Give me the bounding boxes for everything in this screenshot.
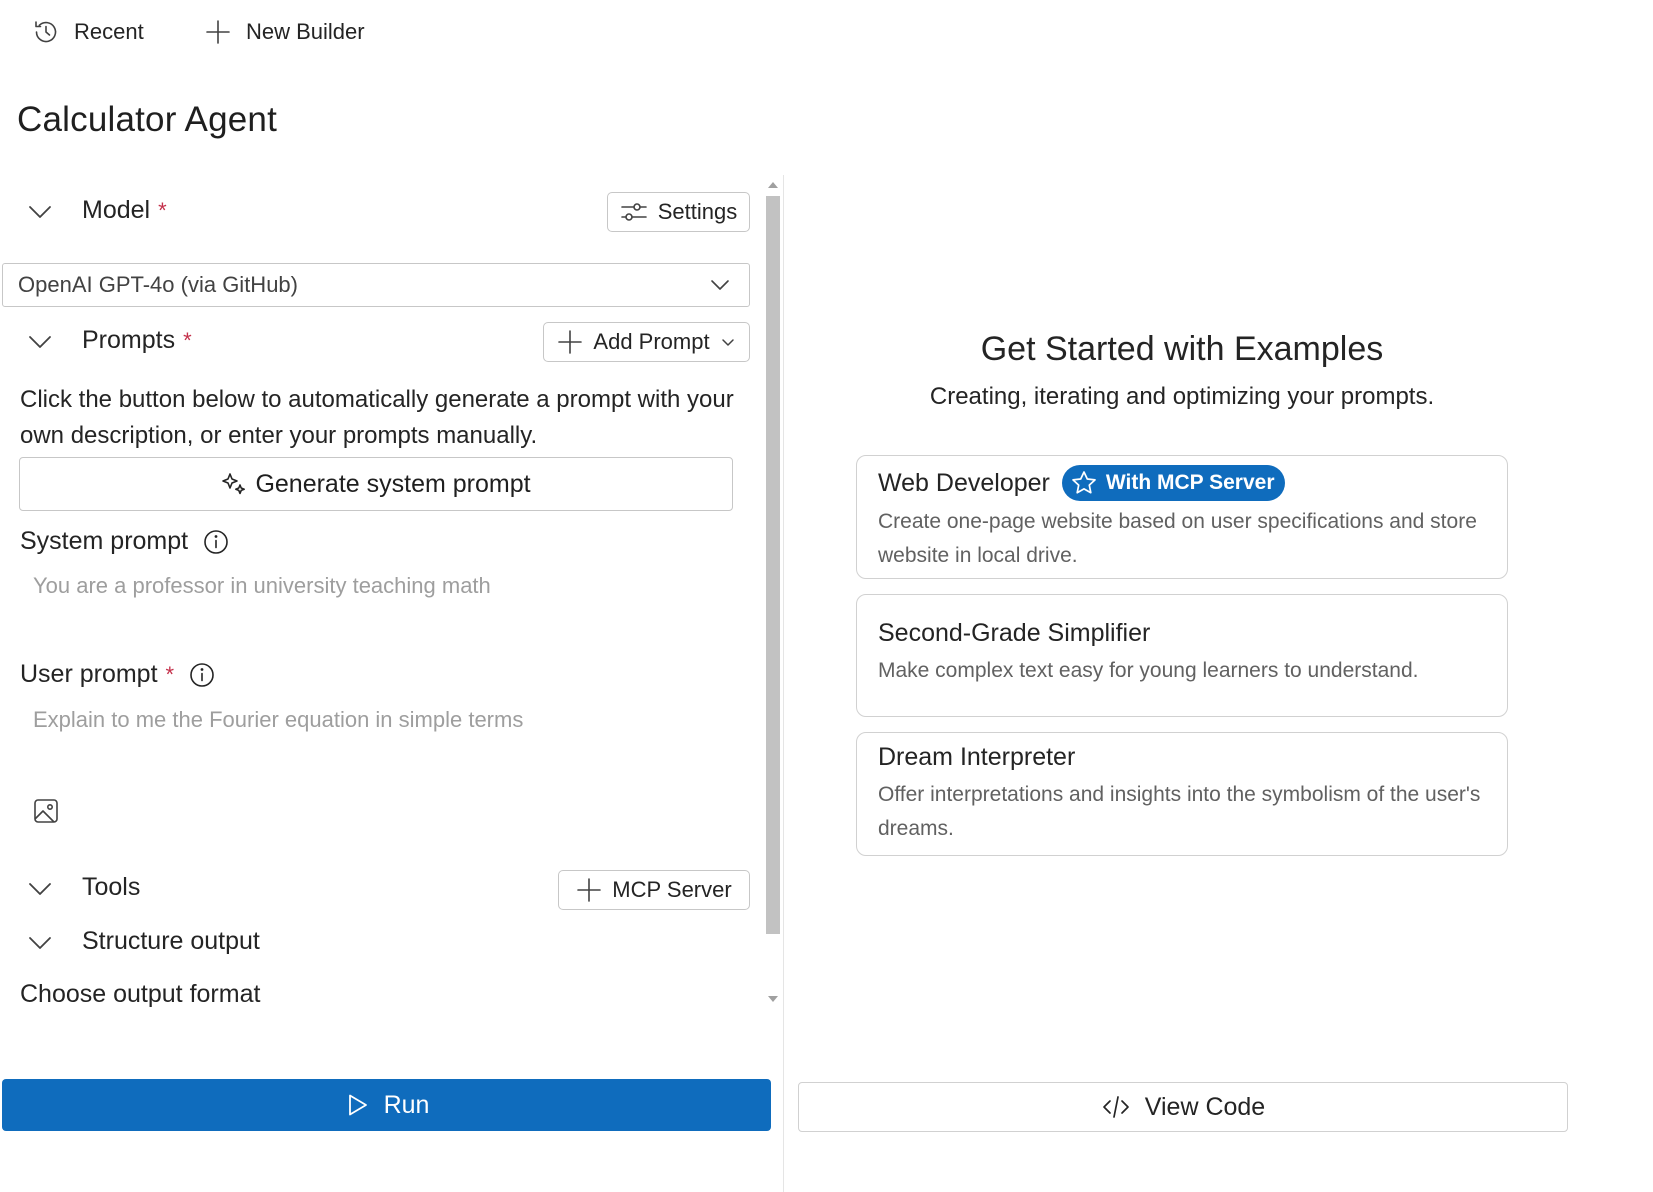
- system-prompt-label: System prompt: [20, 527, 189, 555]
- plus-icon: [206, 20, 230, 44]
- generate-label: Generate system prompt: [255, 469, 531, 498]
- settings-button[interactable]: Settings: [607, 192, 750, 232]
- plus-icon: [577, 878, 602, 902]
- example-card-web-developer[interactable]: Web Developer With MCP Server Create one…: [856, 455, 1508, 579]
- recent-button[interactable]: Recent: [32, 18, 144, 46]
- prompts-section-toggle[interactable]: Prompts *: [26, 326, 192, 355]
- mcp-server-label: MCP Server: [612, 877, 732, 902]
- example-card-description: Create one-page website based on user sp…: [878, 510, 1477, 567]
- scroll-up-arrow[interactable]: [768, 182, 778, 188]
- example-card-title: Second-Grade Simplifier: [878, 619, 1151, 647]
- settings-label: Settings: [657, 199, 738, 224]
- new-builder-label: New Builder: [246, 19, 365, 44]
- history-icon: [35, 21, 57, 43]
- required-mark: *: [158, 197, 167, 223]
- structure-output-label: Structure output: [82, 927, 260, 955]
- chevron-down-icon: [711, 280, 729, 290]
- user-prompt-placeholder: Explain to me the Fourier equation in si…: [33, 707, 524, 732]
- examples-title: Get Started with Examples: [980, 330, 1384, 368]
- add-image-button[interactable]: [32, 797, 60, 825]
- code-icon: [1102, 1096, 1129, 1118]
- structure-output-section-toggle[interactable]: Structure output: [26, 927, 260, 956]
- run-button[interactable]: Run: [2, 1079, 771, 1131]
- system-prompt-input[interactable]: You are a professor in university teachi…: [33, 573, 733, 643]
- add-mcp-server-button[interactable]: MCP Server: [558, 870, 750, 910]
- mcp-server-badge: With MCP Server: [1061, 465, 1285, 501]
- chevron-down-icon: [29, 882, 51, 895]
- generate-system-prompt-button[interactable]: Generate system prompt: [19, 457, 733, 511]
- new-builder-button[interactable]: New Builder: [204, 18, 365, 46]
- info-icon[interactable]: [202, 528, 230, 556]
- example-card-description: Make complex text easy for young learner…: [878, 659, 1419, 682]
- view-code-label: View Code: [1144, 1092, 1266, 1121]
- badge-label: With MCP Server: [1105, 471, 1275, 494]
- left-panel-scrollbar[interactable]: [764, 178, 782, 1008]
- star-icon: [1072, 471, 1096, 494]
- settings-sliders-icon: [620, 203, 647, 221]
- tools-section-toggle[interactable]: Tools: [26, 873, 140, 902]
- chevron-down-icon: [721, 339, 734, 346]
- example-card-title: Dream Interpreter: [878, 743, 1076, 771]
- system-prompt-placeholder: You are a professor in university teachi…: [33, 573, 491, 598]
- user-prompt-label-row: User prompt *: [20, 660, 216, 689]
- play-icon: [348, 1094, 367, 1116]
- example-card-title: Web Developer: [878, 468, 1050, 497]
- model-dropdown[interactable]: OpenAI GPT-4o (via GitHub): [2, 263, 750, 307]
- sparkle-icon: [222, 473, 246, 495]
- model-label: Model: [82, 196, 151, 224]
- user-prompt-label: User prompt: [20, 660, 158, 688]
- chevron-down-icon: [29, 335, 51, 348]
- add-prompt-button[interactable]: Add Prompt: [543, 322, 750, 362]
- required-mark: *: [165, 661, 175, 687]
- scroll-thumb[interactable]: [766, 196, 780, 934]
- add-prompt-label: Add Prompt: [593, 329, 710, 354]
- model-selected-value: OpenAI GPT-4o (via GitHub): [18, 272, 298, 297]
- panel-divider: [783, 175, 784, 1192]
- tools-label: Tools: [82, 873, 141, 901]
- chevron-down-icon: [29, 936, 51, 949]
- chevron-down-icon: [29, 205, 51, 218]
- examples-subtitle: Creating, iterating and optimizing your …: [929, 383, 1435, 410]
- view-code-button[interactable]: View Code: [798, 1082, 1568, 1132]
- page-title: Calculator Agent: [17, 100, 278, 139]
- example-card-dream-interpreter[interactable]: Dream Interpreter Offer interpretations …: [856, 732, 1508, 856]
- example-card-description: Offer interpretations and insights into …: [878, 783, 1481, 840]
- prompts-label: Prompts: [82, 326, 176, 354]
- system-prompt-label-row: System prompt: [20, 527, 230, 556]
- plus-icon: [558, 330, 583, 354]
- image-icon: [34, 799, 58, 823]
- example-card-second-grade-simplifier[interactable]: Second-Grade Simplifier Make complex tex…: [856, 594, 1508, 717]
- output-format-label: Choose output format: [20, 980, 261, 1008]
- run-label: Run: [383, 1090, 430, 1119]
- user-prompt-input[interactable]: Explain to me the Fourier equation in si…: [33, 707, 733, 777]
- model-section-toggle[interactable]: Model *: [26, 196, 167, 225]
- required-mark: *: [183, 327, 192, 353]
- prompts-description: Click the button below to automatically …: [20, 386, 734, 449]
- scroll-down-arrow[interactable]: [768, 996, 778, 1002]
- recent-label: Recent: [74, 19, 144, 44]
- info-icon[interactable]: [188, 661, 216, 689]
